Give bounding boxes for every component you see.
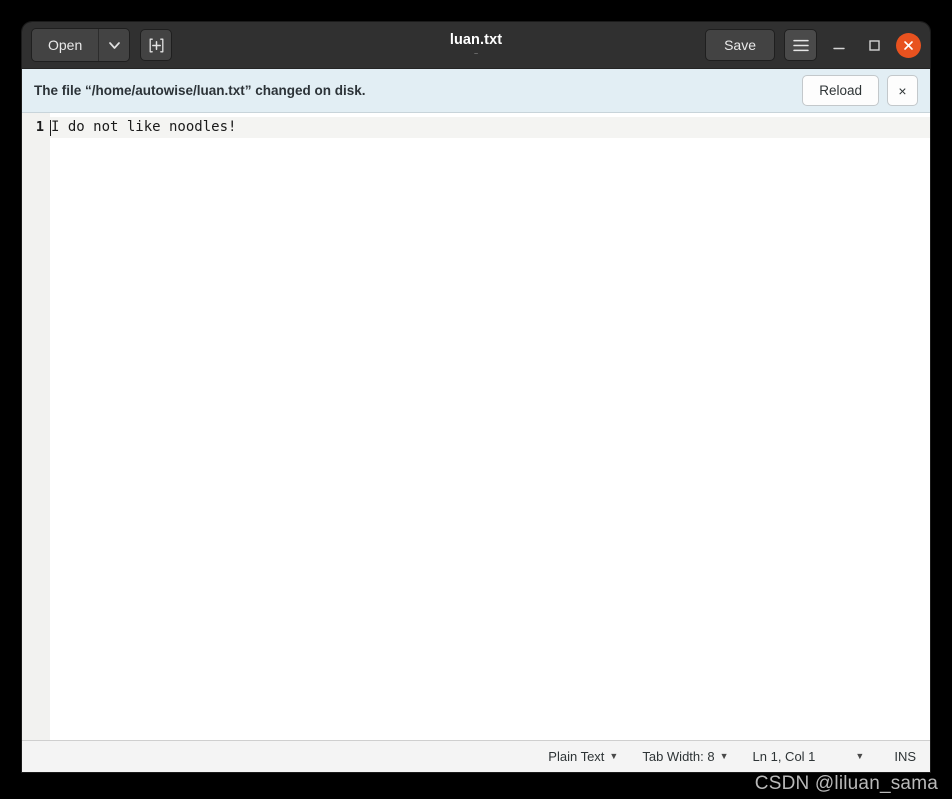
- cursor-position-label: Ln 1, Col 1: [752, 749, 816, 764]
- tab-width-selector[interactable]: Tab Width: 8 ▼: [630, 741, 740, 772]
- page-subtitle: ~: [473, 50, 479, 58]
- screen: Open luan.txt ~ Save The file “/home/aut…: [0, 0, 952, 799]
- insert-mode-indicator[interactable]: INS: [878, 741, 916, 772]
- code-line[interactable]: I do not like noodles!: [50, 117, 930, 138]
- titlebar-left-controls: Open: [31, 28, 173, 62]
- chevron-down-icon: ▼: [719, 751, 729, 761]
- language-label: Plain Text: [548, 749, 605, 764]
- titlebar-right-controls: Save: [705, 29, 921, 61]
- chevron-down-icon: [108, 41, 120, 49]
- close-button[interactable]: [896, 32, 921, 58]
- close-icon: [903, 40, 914, 51]
- new-document-icon: [148, 37, 165, 54]
- open-recent-dropdown-button[interactable]: [98, 29, 130, 61]
- tab-width-label: Tab Width: 8: [642, 749, 715, 764]
- code-content[interactable]: I do not like noodles!: [50, 113, 930, 740]
- gedit-window: Open luan.txt ~ Save The file “/home/aut…: [22, 22, 930, 772]
- line-number-gutter: 1: [22, 113, 50, 740]
- new-document-button[interactable]: [140, 29, 173, 61]
- main-menu-button[interactable]: [784, 29, 817, 61]
- infobar-message: The file “/home/autowise/luan.txt” chang…: [34, 83, 366, 98]
- language-selector[interactable]: Plain Text ▼: [536, 741, 630, 772]
- maximize-button[interactable]: [861, 32, 887, 58]
- reload-button[interactable]: Reload: [802, 75, 879, 106]
- watermark: CSDN @liluan_sama: [754, 773, 938, 794]
- infobar-dismiss-button[interactable]: ×: [887, 75, 918, 106]
- statusbar: Plain Text ▼ Tab Width: 8 ▼ Ln 1, Col 1 …: [22, 740, 930, 772]
- line-number: 1: [35, 119, 44, 135]
- chevron-down-icon: ▼: [609, 751, 619, 761]
- minimize-button[interactable]: [826, 32, 852, 58]
- goto-line-dropdown[interactable]: ▼: [827, 741, 878, 772]
- infobar-actions: Reload ×: [802, 75, 918, 106]
- save-button[interactable]: Save: [705, 29, 775, 61]
- chevron-down-icon: ▼: [855, 751, 865, 761]
- open-button[interactable]: Open: [32, 29, 99, 61]
- minimize-icon: [832, 39, 846, 51]
- hamburger-menu-icon: [792, 39, 809, 52]
- code-line-text: I do not like noodles!: [51, 119, 237, 135]
- maximize-icon: [868, 39, 881, 52]
- page-title: luan.txt: [449, 31, 503, 48]
- titlebar: Open luan.txt ~ Save: [22, 22, 930, 69]
- cursor-position: Ln 1, Col 1: [741, 741, 828, 772]
- insert-mode-label: INS: [894, 749, 916, 764]
- text-editor-area[interactable]: 1 I do not like noodles!: [22, 113, 930, 740]
- file-changed-infobar: The file “/home/autowise/luan.txt” chang…: [22, 69, 930, 113]
- open-button-group[interactable]: Open: [31, 28, 131, 62]
